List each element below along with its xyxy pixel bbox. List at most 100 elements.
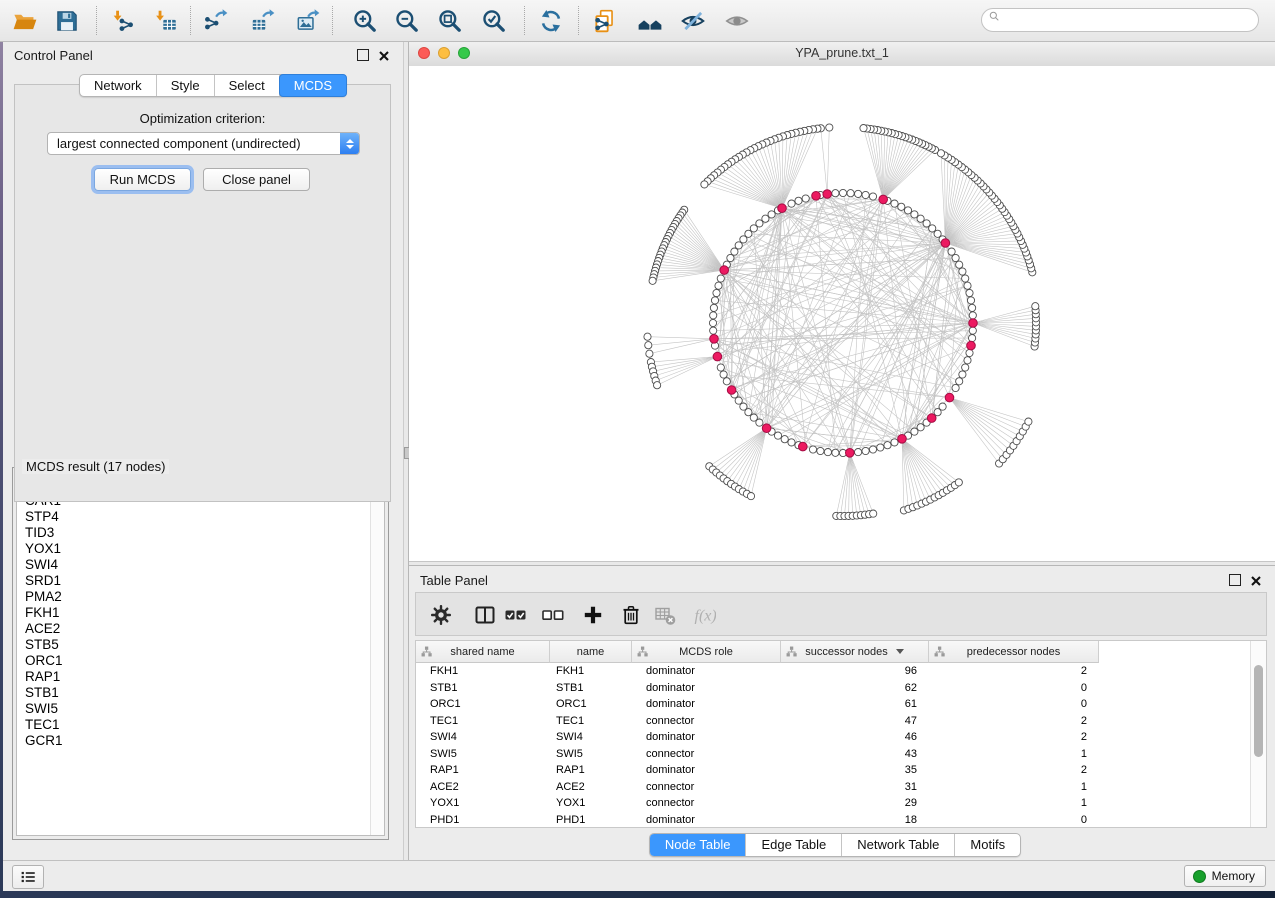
result-list-item[interactable]: SRD1 bbox=[25, 573, 371, 589]
column-header-successor-nodes[interactable]: successor nodes bbox=[781, 641, 929, 663]
result-list-item[interactable]: RAP1 bbox=[25, 669, 371, 685]
tab-network-table[interactable]: Network Table bbox=[842, 834, 955, 856]
export-table-icon[interactable] bbox=[245, 4, 279, 37]
open-folder-icon[interactable] bbox=[8, 4, 42, 37]
tab-mcds[interactable]: MCDS bbox=[279, 74, 347, 97]
split-panel-icon[interactable] bbox=[470, 600, 500, 630]
zoom-in-icon[interactable] bbox=[348, 4, 382, 37]
result-scrollbar[interactable] bbox=[370, 472, 384, 835]
close-panel-icon[interactable] bbox=[1250, 574, 1262, 586]
scrollbar-thumb[interactable] bbox=[1254, 665, 1263, 757]
tab-network[interactable]: Network bbox=[80, 75, 157, 96]
unchecked-boxes-icon[interactable] bbox=[538, 600, 568, 630]
import-network-icon[interactable] bbox=[106, 4, 140, 37]
column-header-MCDS-role[interactable]: MCDS role bbox=[632, 641, 781, 663]
table-row[interactable]: ACE2ACE2connector311 bbox=[416, 779, 1251, 796]
tree-icon bbox=[934, 646, 945, 660]
network-window-titlebar: YPA_prune.txt_1 bbox=[409, 41, 1275, 67]
table-row[interactable]: ORC1ORC1dominator610 bbox=[416, 696, 1251, 713]
eye-slash-icon[interactable] bbox=[676, 4, 710, 37]
result-list-item[interactable]: GCR1 bbox=[25, 733, 371, 749]
save-floppy-icon[interactable] bbox=[50, 4, 84, 37]
result-list-item[interactable]: STP4 bbox=[25, 509, 371, 525]
control-panel-title: Control Panel bbox=[14, 48, 93, 63]
table-row[interactable]: SWI4SWI4dominator462 bbox=[416, 729, 1251, 746]
float-panel-icon[interactable] bbox=[1229, 574, 1241, 586]
tree-icon bbox=[421, 646, 432, 660]
search-box[interactable] bbox=[981, 8, 1259, 32]
result-list-item[interactable]: PMA2 bbox=[25, 589, 371, 605]
column-label: name bbox=[577, 646, 605, 658]
table-row[interactable]: YOX1YOX1connector291 bbox=[416, 795, 1251, 812]
export-image-icon[interactable] bbox=[290, 4, 324, 37]
run-mcds-button[interactable]: Run MCDS bbox=[94, 168, 191, 191]
cell: 1 bbox=[929, 748, 1099, 760]
main-toolbar bbox=[0, 0, 1275, 42]
column-header-predecessor-nodes[interactable]: predecessor nodes bbox=[929, 641, 1099, 663]
table-tabs: Node TableEdge TableNetwork TableMotifs bbox=[649, 833, 1021, 857]
export-network-icon[interactable] bbox=[198, 4, 232, 37]
close-panel-button[interactable]: Close panel bbox=[203, 168, 310, 191]
minimize-window-icon[interactable] bbox=[438, 47, 450, 59]
maximize-window-icon[interactable] bbox=[458, 47, 470, 59]
refresh-icon[interactable] bbox=[534, 4, 568, 37]
memory-button[interactable]: Memory bbox=[1184, 865, 1266, 887]
result-list-item[interactable]: SWI5 bbox=[25, 701, 371, 717]
trash-icon[interactable] bbox=[616, 600, 646, 630]
houses-icon[interactable] bbox=[633, 4, 667, 37]
checked-boxes-icon[interactable] bbox=[501, 600, 531, 630]
cell: STB1 bbox=[416, 682, 550, 694]
tab-motifs[interactable]: Motifs bbox=[955, 834, 1020, 856]
mcds-result-list[interactable]: PHD1CAR1STP4TID3YOX1SWI4SRD1PMA2FKH1ACE2… bbox=[17, 472, 371, 835]
close-panel-icon[interactable] bbox=[378, 49, 390, 61]
zoom-out-icon[interactable] bbox=[390, 4, 424, 37]
app-window: Control Panel NetworkStyleSelectMCDS Opt… bbox=[3, 41, 1275, 891]
table-row[interactable]: STB1STB1dominator620 bbox=[416, 680, 1251, 697]
result-list-item[interactable]: YOX1 bbox=[25, 541, 371, 557]
table-row[interactable]: PHD1PHD1dominator180 bbox=[416, 812, 1251, 829]
result-list-item[interactable]: STB5 bbox=[25, 637, 371, 653]
toolbar-separator bbox=[190, 6, 191, 35]
cell: PHD1 bbox=[550, 814, 632, 826]
cell: FKH1 bbox=[550, 665, 632, 677]
network-canvas[interactable] bbox=[409, 66, 1275, 561]
column-header-name[interactable]: name bbox=[550, 641, 632, 663]
result-list-item[interactable]: ORC1 bbox=[25, 653, 371, 669]
result-list-item[interactable]: ACE2 bbox=[25, 621, 371, 637]
column-label: MCDS role bbox=[679, 646, 733, 658]
tab-select[interactable]: Select bbox=[215, 75, 280, 96]
zoom-fit-icon[interactable] bbox=[433, 4, 467, 37]
table-row[interactable]: RAP1RAP1dominator352 bbox=[416, 762, 1251, 779]
zoom-selected-icon[interactable] bbox=[477, 4, 511, 37]
import-table-icon[interactable] bbox=[149, 4, 183, 37]
column-header-shared-name[interactable]: shared name bbox=[416, 641, 550, 663]
cell: 18 bbox=[781, 814, 929, 826]
cell: dominator bbox=[632, 814, 781, 826]
tab-style[interactable]: Style bbox=[157, 75, 215, 96]
search-input[interactable] bbox=[1004, 12, 1238, 28]
column-label: successor nodes bbox=[805, 646, 888, 658]
close-window-icon[interactable] bbox=[418, 47, 430, 59]
table-scrollbar[interactable] bbox=[1250, 641, 1266, 827]
new-network-from-selection-icon[interactable] bbox=[588, 4, 622, 37]
result-list-item[interactable]: FKH1 bbox=[25, 605, 371, 621]
table-row[interactable]: SWI5SWI5connector431 bbox=[416, 746, 1251, 763]
dropdown-stepper-icon[interactable] bbox=[340, 133, 359, 154]
result-list-item[interactable]: SWI4 bbox=[25, 557, 371, 573]
sort-desc-icon bbox=[896, 649, 904, 654]
plus-icon[interactable] bbox=[578, 600, 608, 630]
result-list-item[interactable]: TEC1 bbox=[25, 717, 371, 733]
criterion-dropdown[interactable]: largest connected component (undirected) bbox=[47, 132, 360, 155]
table-row[interactable]: FKH1FKH1dominator962 bbox=[416, 663, 1251, 680]
result-list-item[interactable]: STB1 bbox=[25, 685, 371, 701]
gear-icon[interactable] bbox=[426, 600, 456, 630]
tab-edge-table[interactable]: Edge Table bbox=[746, 834, 842, 856]
task-list-button[interactable] bbox=[12, 865, 44, 889]
screen: Control Panel NetworkStyleSelectMCDS Opt… bbox=[0, 0, 1275, 898]
float-panel-icon[interactable] bbox=[357, 49, 369, 61]
node-table: shared name name MCDS role successor nodes p… bbox=[415, 640, 1267, 828]
table-row[interactable]: TEC1TEC1connector472 bbox=[416, 713, 1251, 730]
tab-node-table[interactable]: Node Table bbox=[650, 834, 747, 856]
result-list-item[interactable]: TID3 bbox=[25, 525, 371, 541]
cell: 2 bbox=[929, 731, 1099, 743]
